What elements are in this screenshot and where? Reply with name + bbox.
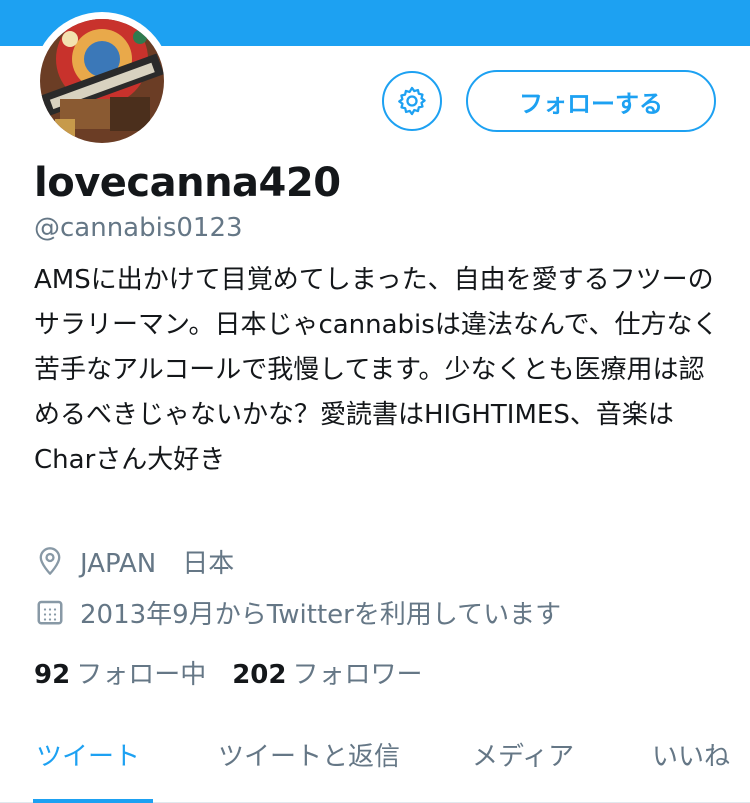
tab-likes[interactable]: いいね [652, 736, 730, 773]
joined-row: 2013年9月からTwitterを利用しています [34, 594, 561, 630]
followers-count: 202 [232, 660, 287, 690]
follow-stats: 92 フォロー中 202 フォロワー [34, 654, 449, 690]
display-name: lovecanna420 [34, 160, 341, 206]
settings-button[interactable] [382, 71, 442, 131]
joined-text: 2013年9月からTwitterを利用しています [80, 599, 562, 630]
location-pin-icon [34, 545, 66, 577]
follow-button[interactable]: フォローする [466, 70, 716, 132]
tab-media[interactable]: メディア [472, 736, 574, 773]
following-link[interactable]: 92 フォロー中 [34, 654, 206, 691]
following-count: 92 [34, 660, 71, 690]
following-label: フォロー中 [76, 660, 207, 690]
profile-bio: AMSに出かけて目覚めてしまった、自由を愛するフツーのサラリーマン。日本じゃca… [34, 265, 719, 475]
active-tab-indicator [33, 799, 153, 803]
gear-icon [395, 84, 429, 118]
tab-tweets[interactable]: ツイート [36, 736, 140, 773]
follow-button-label: フォローする [519, 89, 663, 118]
location-row: JAPAN 日本 [34, 543, 234, 579]
location-text: JAPAN 日本 [80, 548, 235, 579]
followers-label: フォロワー [292, 660, 423, 690]
followers-link[interactable]: 202 フォロワー [232, 654, 422, 691]
profile-tabs: ツイート ツイートと返信 メディア いいね [0, 712, 750, 803]
calendar-icon [34, 596, 66, 628]
tab-tweets-replies[interactable]: ツイートと返信 [218, 736, 400, 773]
user-handle: @cannabis0123 [34, 213, 243, 243]
avatar-image [40, 19, 164, 143]
avatar[interactable] [33, 12, 171, 150]
